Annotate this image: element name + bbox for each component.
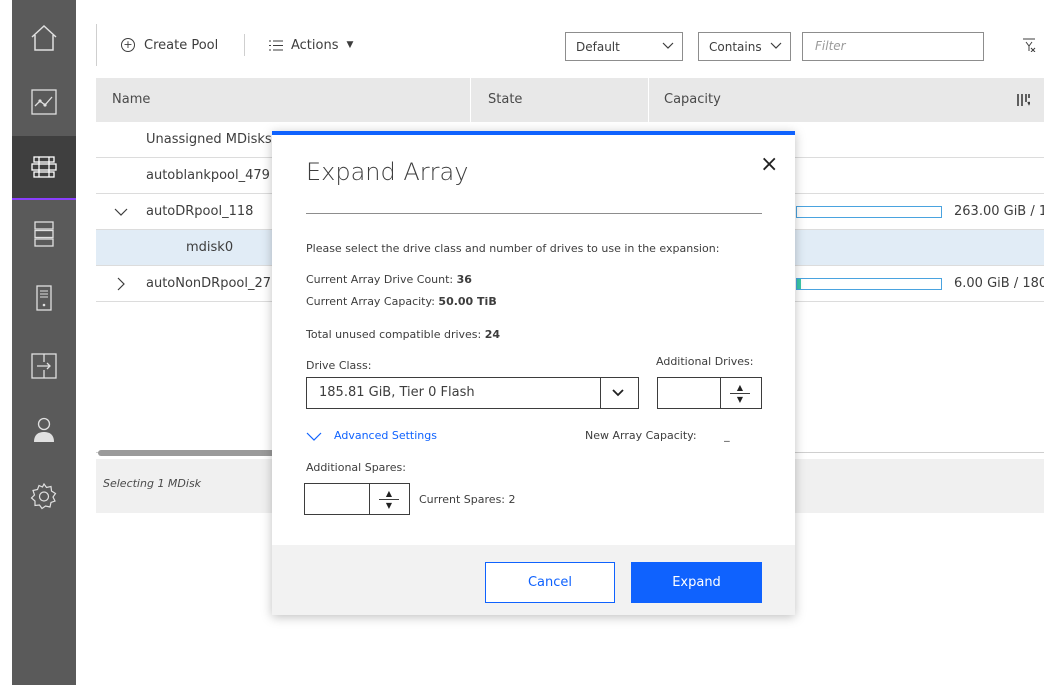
drive-class-label: Drive Class: xyxy=(306,359,372,372)
capacity-value: 50.00 TiB xyxy=(438,295,497,308)
mdisk-name: mdisk0 xyxy=(186,240,234,255)
nav-home[interactable] xyxy=(12,6,76,70)
additional-spares-label: Additional Spares: xyxy=(306,461,406,474)
nav-access[interactable] xyxy=(12,398,76,462)
capacity-value: 263.00 GiB / 1. xyxy=(954,204,1044,219)
capacity-bar xyxy=(796,206,942,218)
column-header-name[interactable]: Name xyxy=(112,78,150,122)
match-select-value: Contains xyxy=(709,39,762,54)
access-icon xyxy=(34,417,54,442)
view-select[interactable]: Default xyxy=(565,32,683,61)
chevron-right-icon[interactable] xyxy=(116,277,126,291)
column-header-state[interactable]: State xyxy=(488,78,522,122)
nav-volumes[interactable] xyxy=(12,202,76,266)
stepper-divider xyxy=(369,484,370,514)
increment-icon[interactable]: ▲ xyxy=(384,490,394,498)
column-divider xyxy=(470,78,471,122)
hosts-icon xyxy=(36,285,52,311)
actions-menu-button[interactable]: Actions ▼ xyxy=(269,24,353,66)
volumes-icon xyxy=(34,221,54,247)
stepper-divider xyxy=(720,378,721,408)
current-spares-text: Current Spares: 2 xyxy=(419,493,516,506)
decrement-icon[interactable]: ▼ xyxy=(735,396,745,404)
unused-drives-value: 24 xyxy=(484,328,501,341)
new-array-capacity: New Array Capacity: _ xyxy=(585,429,730,442)
dialog-title: Expand Array xyxy=(306,158,469,186)
selection-status-text: Selecting 1 MDisk xyxy=(103,477,202,490)
chevron-down-icon xyxy=(306,432,322,441)
advanced-settings-label: Advanced Settings xyxy=(334,429,437,442)
pools-icon xyxy=(31,156,57,178)
chevron-down-icon xyxy=(612,389,624,397)
capacity-value: 6.00 GiB / 180. xyxy=(954,276,1044,291)
toolbar-divider xyxy=(244,34,245,56)
nav-settings[interactable] xyxy=(12,464,76,528)
drive-count-label: Current Array Drive Count: xyxy=(306,273,457,286)
create-pool-button[interactable]: + Create Pool xyxy=(96,24,218,66)
caret-down-icon: ▼ xyxy=(346,40,354,50)
drive-count-value: 36 xyxy=(456,273,472,286)
additional-drives-label: Additional Drives: xyxy=(656,355,754,368)
match-select[interactable]: Contains xyxy=(698,32,791,61)
chevron-down-icon xyxy=(770,42,782,49)
unused-drives-text: Total unused compatible drives: 24 xyxy=(306,328,500,341)
nav-copy-services[interactable] xyxy=(12,334,76,398)
nav-pools[interactable] xyxy=(12,136,76,200)
column-divider xyxy=(648,78,649,122)
additional-drives-stepper[interactable]: ▲ ▼ xyxy=(657,377,762,409)
chevron-down-icon[interactable] xyxy=(114,207,128,217)
filter-placeholder: Filter xyxy=(815,39,846,53)
stepper-split xyxy=(379,499,399,500)
pool-name: autoblankpool_479 xyxy=(146,168,270,183)
drive-class-value: 185.81 GiB, Tier 0 Flash xyxy=(319,385,475,400)
capacity-bar xyxy=(796,278,942,290)
decrement-icon[interactable]: ▼ xyxy=(384,502,394,510)
column-header-capacity[interactable]: Capacity xyxy=(664,78,721,122)
pool-name: autoDRpool_118 xyxy=(146,204,254,219)
navigation-rail xyxy=(12,0,76,685)
title-divider xyxy=(306,213,762,214)
filter-input[interactable]: Filter xyxy=(802,32,984,61)
chevron-down-icon xyxy=(662,42,674,49)
pool-name: autoNonDRpool_27 xyxy=(146,276,272,291)
monitoring-icon xyxy=(31,89,57,115)
nav-monitoring[interactable] xyxy=(12,70,76,134)
advanced-settings-toggle[interactable]: Advanced Settings xyxy=(306,429,437,442)
unused-drives-label: Total unused compatible drives: xyxy=(306,328,485,341)
additional-spares-stepper[interactable]: ▲ ▼ xyxy=(304,483,410,515)
capacity-text: Current Array Capacity: 50.00 TiB xyxy=(306,295,497,308)
table-header: Name State Capacity xyxy=(96,78,1044,122)
select-divider xyxy=(600,378,601,408)
drive-class-select[interactable]: 185.81 GiB, Tier 0 Flash xyxy=(306,377,639,409)
list-icon xyxy=(269,40,283,50)
instructions-text: Please select the drive class and number… xyxy=(306,242,720,255)
home-icon xyxy=(31,24,57,51)
add-circle-icon: + xyxy=(121,38,135,52)
toolbar: + Create Pool Actions ▼ Default Contains… xyxy=(96,16,1044,78)
create-pool-label: Create Pool xyxy=(144,37,219,53)
capacity-label: Current Array Capacity: xyxy=(306,295,439,308)
nav-hosts[interactable] xyxy=(12,266,76,330)
cancel-button[interactable]: Cancel xyxy=(485,562,615,603)
expand-button[interactable]: Expand xyxy=(631,562,762,603)
drive-count-text: Current Array Drive Count: 36 xyxy=(306,273,472,286)
clear-filter-icon[interactable] xyxy=(1022,38,1036,52)
stepper-split xyxy=(730,393,750,394)
new-capacity-value: _ xyxy=(724,429,730,442)
close-icon[interactable]: × xyxy=(760,152,778,177)
new-capacity-label: New Array Capacity: xyxy=(585,429,697,442)
pool-name: Unassigned MDisks xyxy=(146,132,272,147)
scrollbar-thumb[interactable] xyxy=(98,450,278,456)
actions-label: Actions xyxy=(291,37,339,53)
column-settings-icon[interactable] xyxy=(1016,93,1030,107)
copy-services-icon xyxy=(31,353,57,379)
settings-icon xyxy=(30,482,57,510)
increment-icon[interactable]: ▲ xyxy=(735,384,745,392)
capacity-bar-fill xyxy=(797,279,802,289)
view-select-value: Default xyxy=(576,39,620,54)
expand-array-dialog: Expand Array × Please select the drive c… xyxy=(272,131,795,615)
